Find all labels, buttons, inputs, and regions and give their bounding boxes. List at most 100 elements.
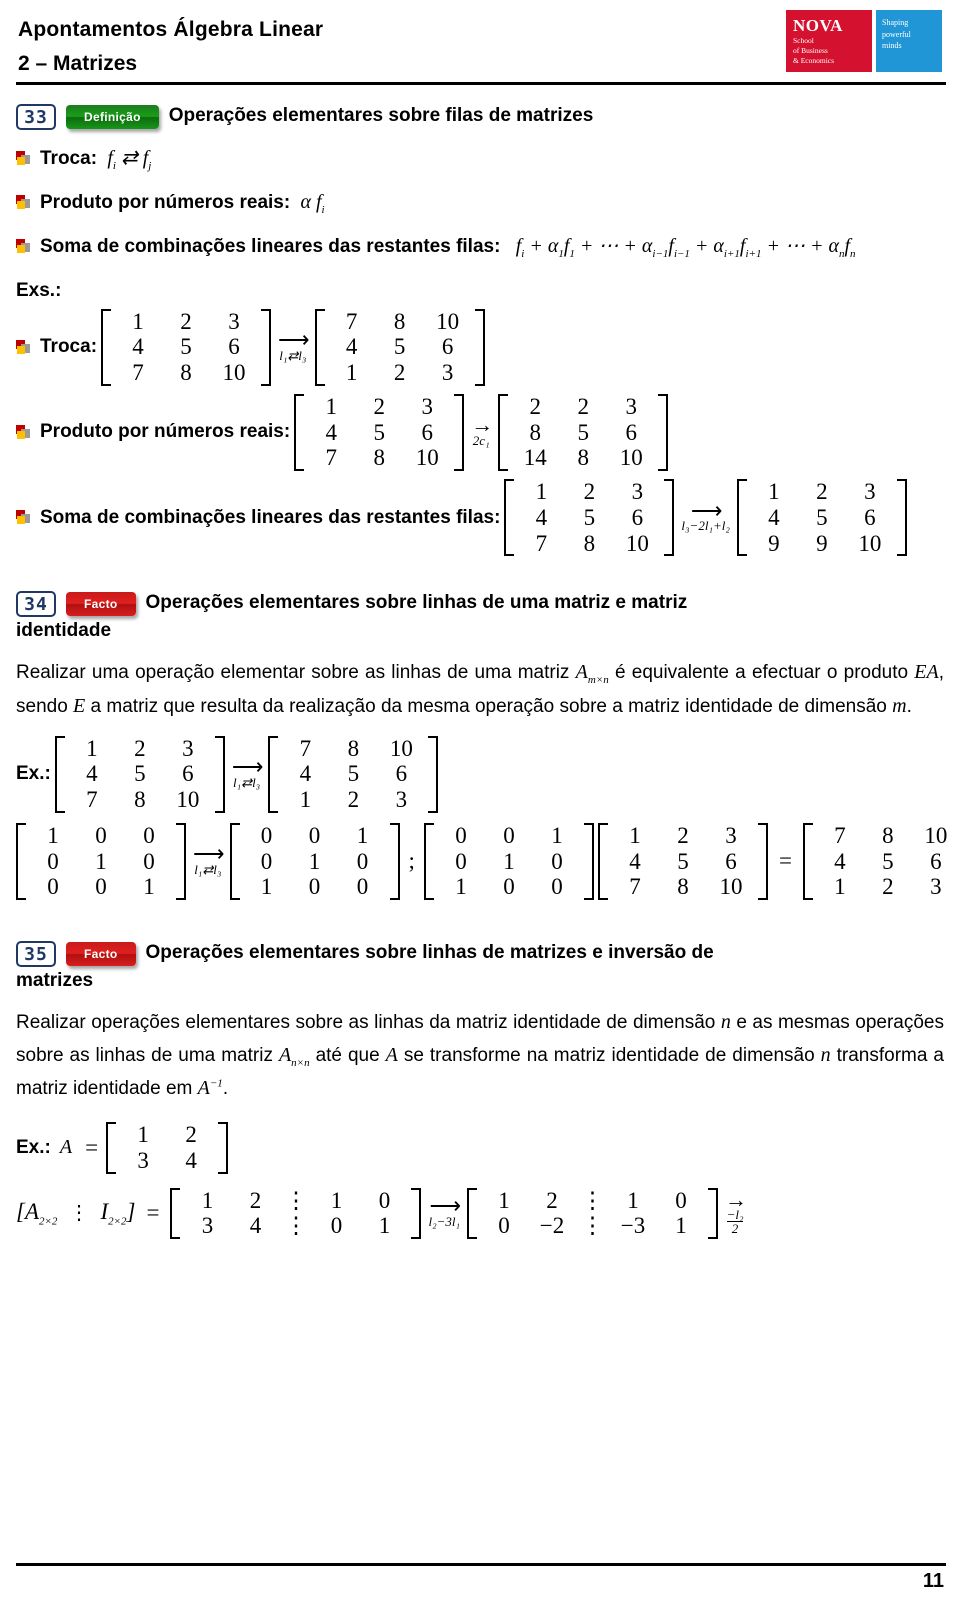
bullet-soma-label: Soma de combinações lineares das restant…	[40, 235, 501, 257]
example-soma-label: Soma de combinações lineares das restant…	[40, 506, 501, 528]
matrix-cell: 8	[882, 822, 894, 848]
bullet-troca-text: Troca: fi ⇄ fj	[40, 145, 151, 174]
matrix-cell: 10	[858, 530, 882, 556]
bullet-troca: Troca: fi ⇄ fj	[16, 145, 944, 174]
operation-arrow: ⟶ l₁⇄l₃	[231, 754, 264, 790]
matrix-cell: 1	[201, 1187, 214, 1213]
matrix-cell: 7	[834, 822, 846, 848]
matrix-cell: 5	[677, 848, 689, 874]
matrix-cell: 8	[347, 735, 360, 761]
matrix-cell: 7	[132, 360, 144, 386]
matrix-cell: 2	[393, 360, 406, 386]
matrix-product-left: 001 010 100	[423, 822, 594, 901]
matrix-result: 7 8 10 4 5 6 1 2 3	[268, 735, 439, 814]
matrix-cell: 1	[627, 1187, 639, 1213]
matrix-cell: 5	[583, 504, 596, 530]
matrix-result: 1 2 3 4 5 6 9 9 10	[736, 478, 907, 557]
matrix-cell: 7	[535, 530, 548, 556]
matrix-cell: 6	[864, 504, 876, 530]
matrix-cell: 6	[228, 334, 240, 360]
matrix-cell: 3	[182, 735, 194, 761]
matrix-cell: 2	[347, 787, 360, 813]
section-35-example-row: Ex.: A = 1 2 3 4	[16, 1121, 944, 1175]
matrix-cell: 2	[882, 874, 894, 900]
matrix-cell: 10	[924, 822, 948, 848]
matrix-cell: 1	[143, 874, 155, 900]
matrix-cell: 4	[185, 1147, 197, 1173]
operation-label: l₁⇄l₃	[233, 774, 261, 790]
operation-arrow: ⟶ l₁⇄l₃	[278, 327, 310, 363]
logo-name: NOVA	[793, 16, 843, 35]
matrix-cell: 2	[373, 393, 385, 419]
bullet-soma: Soma de combinações lineares das restant…	[16, 233, 944, 262]
bullet-soma-formula: fi + α1f1 + ⋯ + αi−1fi−1 + αi+1fi+1 + ⋯ …	[505, 234, 856, 260]
definicao-badge: Definição	[66, 105, 159, 129]
matrix-product-right: 1 2 3 4 5 6 7 8 10	[597, 822, 768, 901]
page-header: Apontamentos Álgebra Linear 2 – Matrizes…	[0, 0, 960, 92]
page-footer: 11	[16, 1563, 946, 1593]
matrix-cell: 1	[86, 735, 98, 761]
matrix-cell: 0	[95, 822, 107, 848]
matrix-cell: 6	[182, 761, 194, 787]
matrix-cell: 0	[308, 874, 321, 900]
augmented-equation-row: [A2×2 ⋮ I2×2] = 1 2 ⋮ 1 0 3 4 ⋮ 0 1 ⟶ l₂…	[16, 1187, 944, 1241]
matrix-cell: 2	[677, 822, 689, 848]
bullet-produto: Produto por números reais: α fi	[16, 189, 944, 218]
matrix-cell: 1	[47, 822, 59, 848]
bullet-troca-label: Troca:	[40, 148, 98, 169]
matrix-cell: 5	[347, 761, 360, 787]
bullet-troca-formula: fi ⇄ fj	[102, 147, 152, 172]
matrix-cell: 1	[551, 822, 563, 848]
matrix-cell: 10	[619, 445, 643, 471]
matrix-cell: 0	[260, 822, 273, 848]
matrix-cell: 7	[86, 787, 98, 813]
operation-label: l₁⇄l₃	[194, 862, 222, 878]
matrix-cell: 1	[378, 1213, 391, 1239]
matrix-cell: 3	[725, 822, 737, 848]
matrix-cell: 10	[222, 360, 246, 386]
footer-divider	[16, 1563, 946, 1566]
section-number-badge: 33	[16, 104, 56, 130]
matrix-cell: 0	[47, 874, 59, 900]
matrix-cell: 8	[577, 445, 589, 471]
matrix-cell: 9	[816, 530, 828, 556]
example-produto-row: Produto por números reais: 123 456 7 8 10 …	[40, 393, 669, 472]
matrix-cell: 7	[345, 308, 358, 334]
matrix-cell: 6	[441, 334, 454, 360]
matrix-cell: 0	[330, 1213, 343, 1239]
logo-blue-block: Shaping powerful minds	[876, 10, 942, 72]
pinwheel-bullet-icon	[16, 238, 31, 254]
matrix-cell: 3	[421, 393, 433, 419]
operation-label: l₃−2l₁+l₂	[681, 518, 730, 534]
bullet-produto-formula: α fi	[295, 190, 325, 216]
pinwheel-bullet-icon	[16, 510, 31, 525]
matrix-cell: 6	[725, 848, 737, 874]
matrix-partition-dots: ⋮	[581, 1213, 605, 1239]
matrix-cell: 3	[631, 479, 644, 505]
example-produto-label: Produto por números reais:	[40, 421, 291, 443]
matrix-cell: 2	[249, 1187, 262, 1213]
example-troca: Troca: 123 456 7 8 10 ⟶ l₁⇄l₃ 7 8 10 4 5…	[16, 308, 944, 387]
bullet-produto-label: Produto por números reais:	[40, 191, 291, 213]
matrix-cell: 0	[551, 848, 563, 874]
matrix-cell: 1	[455, 874, 467, 900]
matrix-cell: 1	[330, 1187, 343, 1213]
example-label-34: Ex.:	[16, 763, 51, 785]
section-34-title-cont: identidade	[16, 620, 112, 642]
matrix-cell: 9	[768, 530, 780, 556]
operation-label: l₁⇄l₃	[279, 347, 307, 363]
matrix-cell: 8	[373, 445, 385, 471]
matrix-cell: 0	[260, 848, 273, 874]
matrix-cell: 10	[436, 308, 460, 334]
matrix-cell: 8	[134, 787, 146, 813]
matrix-cell: 1	[503, 848, 515, 874]
logo-tagline: Shaping powerful minds	[882, 18, 911, 51]
matrix-partition-dots: ⋮	[581, 1187, 605, 1213]
matrix-source: 1 2 3 4 5 6 7 8 10	[101, 308, 272, 387]
matrix-name-A: A	[59, 1136, 73, 1159]
matrix-cell: 0	[356, 874, 369, 900]
matrix-cell: 2	[134, 735, 146, 761]
section-35-header: 35 Facto Operações elementares sobre lin…	[16, 941, 944, 968]
matrix-cell: 0	[503, 822, 515, 848]
matrix-cell: 4	[299, 761, 312, 787]
